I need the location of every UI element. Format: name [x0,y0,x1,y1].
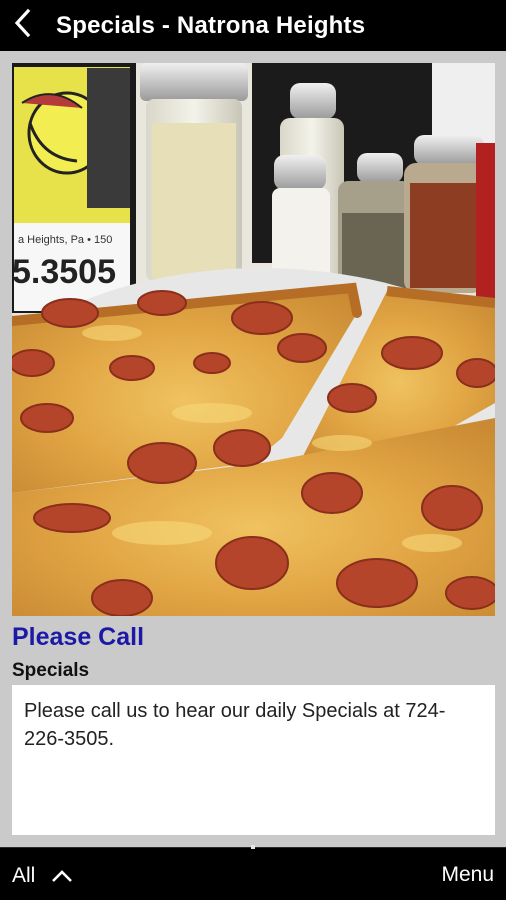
bottom-bar: All Menu [0,845,506,900]
svg-text:5.3505: 5.3505 [12,253,116,291]
app: Specials - Natrona Heights a Heights, Pa… [0,0,506,900]
chevron-up-icon [51,869,73,883]
cheese-shaker-image [140,63,248,281]
special-photo: a Heights, Pa • 150 5.3505 [12,63,495,616]
chevron-left-icon [12,8,34,43]
special-category: Specials [12,660,90,681]
all-button[interactable]: All [12,863,73,889]
pizza-image [12,282,495,616]
back-button[interactable] [0,0,46,51]
special-description-box: Please call us to hear our daily Special… [12,685,495,835]
special-description: Please call us to hear our daily Special… [24,700,446,750]
menu-button[interactable]: Menu [441,863,494,887]
scroll-indicator [251,845,255,849]
special-title: Please Call [12,623,145,651]
page-title: Specials - Natrona Heights [56,11,366,39]
svg-text:a Heights, Pa • 150: a Heights, Pa • 150 [18,234,112,246]
red-pepper-shaker-image [404,135,495,303]
all-label: All [12,864,36,887]
top-app-bar: Specials - Natrona Heights [0,0,506,51]
special-detail: a Heights, Pa • 150 5.3505 Please Call S… [0,51,506,847]
menu-sign-image: a Heights, Pa • 150 5.3505 [12,63,136,313]
